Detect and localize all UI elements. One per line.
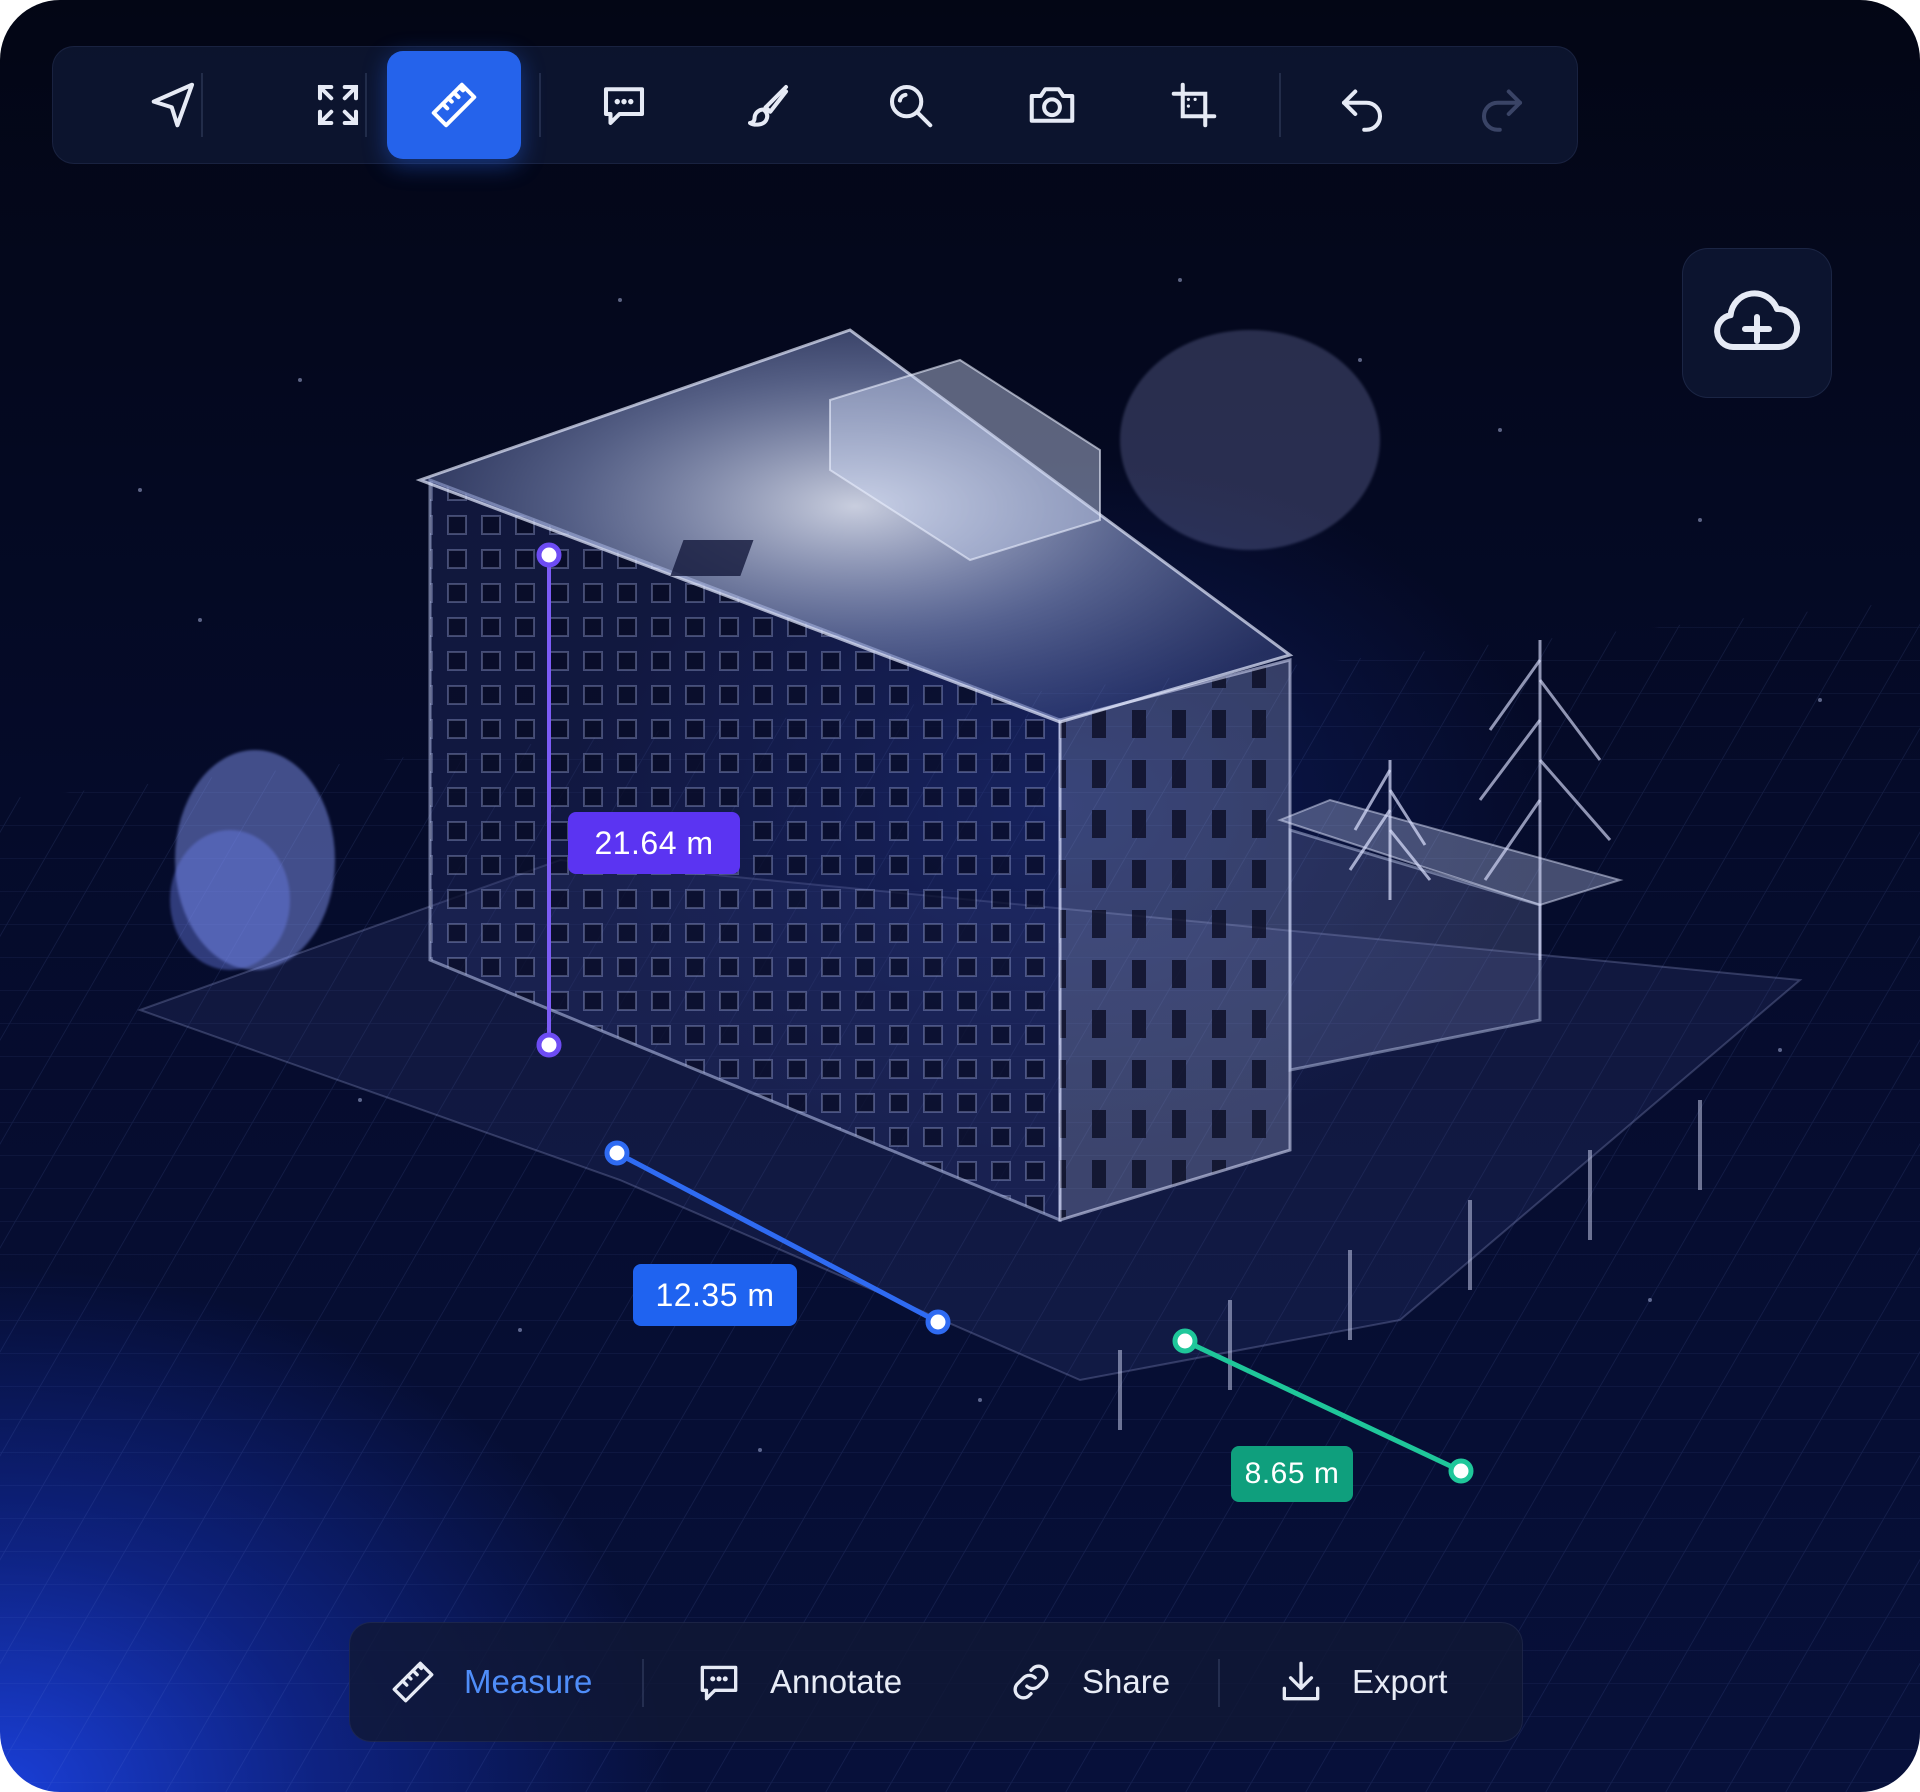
height-end-handle[interactable]: [536, 1032, 562, 1058]
redo-tool-button[interactable]: [1435, 51, 1569, 159]
crop-icon: [1171, 82, 1217, 128]
ruler-icon: [392, 1661, 434, 1703]
top-toolbar: [52, 46, 1578, 164]
toolbar-divider: [539, 73, 541, 137]
redo-icon: [1481, 89, 1523, 132]
length-start-handle[interactable]: [604, 1140, 630, 1166]
toolbar-divider: [1279, 73, 1281, 137]
measure-action-button[interactable]: Measure: [388, 1623, 592, 1741]
zoom-tool-button[interactable]: [843, 51, 977, 159]
point-cloud-viewport[interactable]: [0, 0, 1920, 1792]
length-end-handle[interactable]: [925, 1309, 951, 1335]
brush-icon: [747, 84, 789, 127]
measure-action-label: Measure: [464, 1663, 593, 1700]
crop-tool-button[interactable]: [1127, 51, 1261, 159]
screenshot-tool-button[interactable]: [985, 51, 1119, 159]
chat-bubble-icon: [700, 1665, 738, 1701]
building-side-facade: [1058, 658, 1292, 1223]
width-end-handle[interactable]: [1448, 1458, 1474, 1484]
toolbar-divider: [201, 73, 203, 137]
viewer-window: 21.64 m 12.35 m 8.65 m Measure Annotate …: [0, 0, 1920, 1792]
undo-icon: [1341, 89, 1383, 132]
tree-back: [1120, 330, 1380, 550]
cloud-plus-icon: [1714, 290, 1801, 350]
magnifier-icon: [889, 84, 933, 128]
navigation-arrow-icon: [151, 82, 195, 128]
toolbar-divider: [365, 73, 367, 137]
download-icon: [1282, 1661, 1320, 1701]
annotate-action-button[interactable]: Annotate: [694, 1623, 902, 1741]
export-action-button[interactable]: Export: [1276, 1623, 1447, 1741]
length-measurement-label: 12.35 m: [633, 1264, 797, 1326]
navigate-tool-button[interactable]: [107, 51, 241, 159]
rooftop-opening: [670, 540, 754, 576]
height-measurement-label: 21.64 m: [568, 812, 740, 874]
link-icon: [1013, 1664, 1049, 1700]
camera-icon: [1029, 87, 1075, 123]
action-bar-divider: [1218, 1659, 1220, 1707]
share-action-button[interactable]: Share: [1006, 1623, 1170, 1741]
action-bar-divider: [642, 1659, 644, 1707]
fullscreen-tool-button[interactable]: [271, 51, 405, 159]
upload-to-cloud-button[interactable]: [1682, 248, 1832, 398]
width-start-handle[interactable]: [1172, 1328, 1198, 1354]
measure-tool-button[interactable]: [387, 51, 521, 159]
undo-tool-button[interactable]: [1295, 51, 1429, 159]
ruler-icon: [431, 82, 477, 128]
height-start-handle[interactable]: [536, 542, 562, 568]
width-measurement-label: 8.65 m: [1231, 1446, 1353, 1502]
comment-tool-button[interactable]: [557, 51, 691, 159]
chat-bubble-icon: [603, 87, 645, 126]
brush-tool-button[interactable]: [701, 51, 835, 159]
share-action-label: Share: [1082, 1663, 1171, 1700]
export-action-label: Export: [1352, 1663, 1448, 1700]
expand-icon: [317, 84, 359, 126]
annotate-action-label: Annotate: [770, 1663, 903, 1700]
bottom-action-bar: Measure Annotate Share Export: [349, 1622, 1523, 1742]
